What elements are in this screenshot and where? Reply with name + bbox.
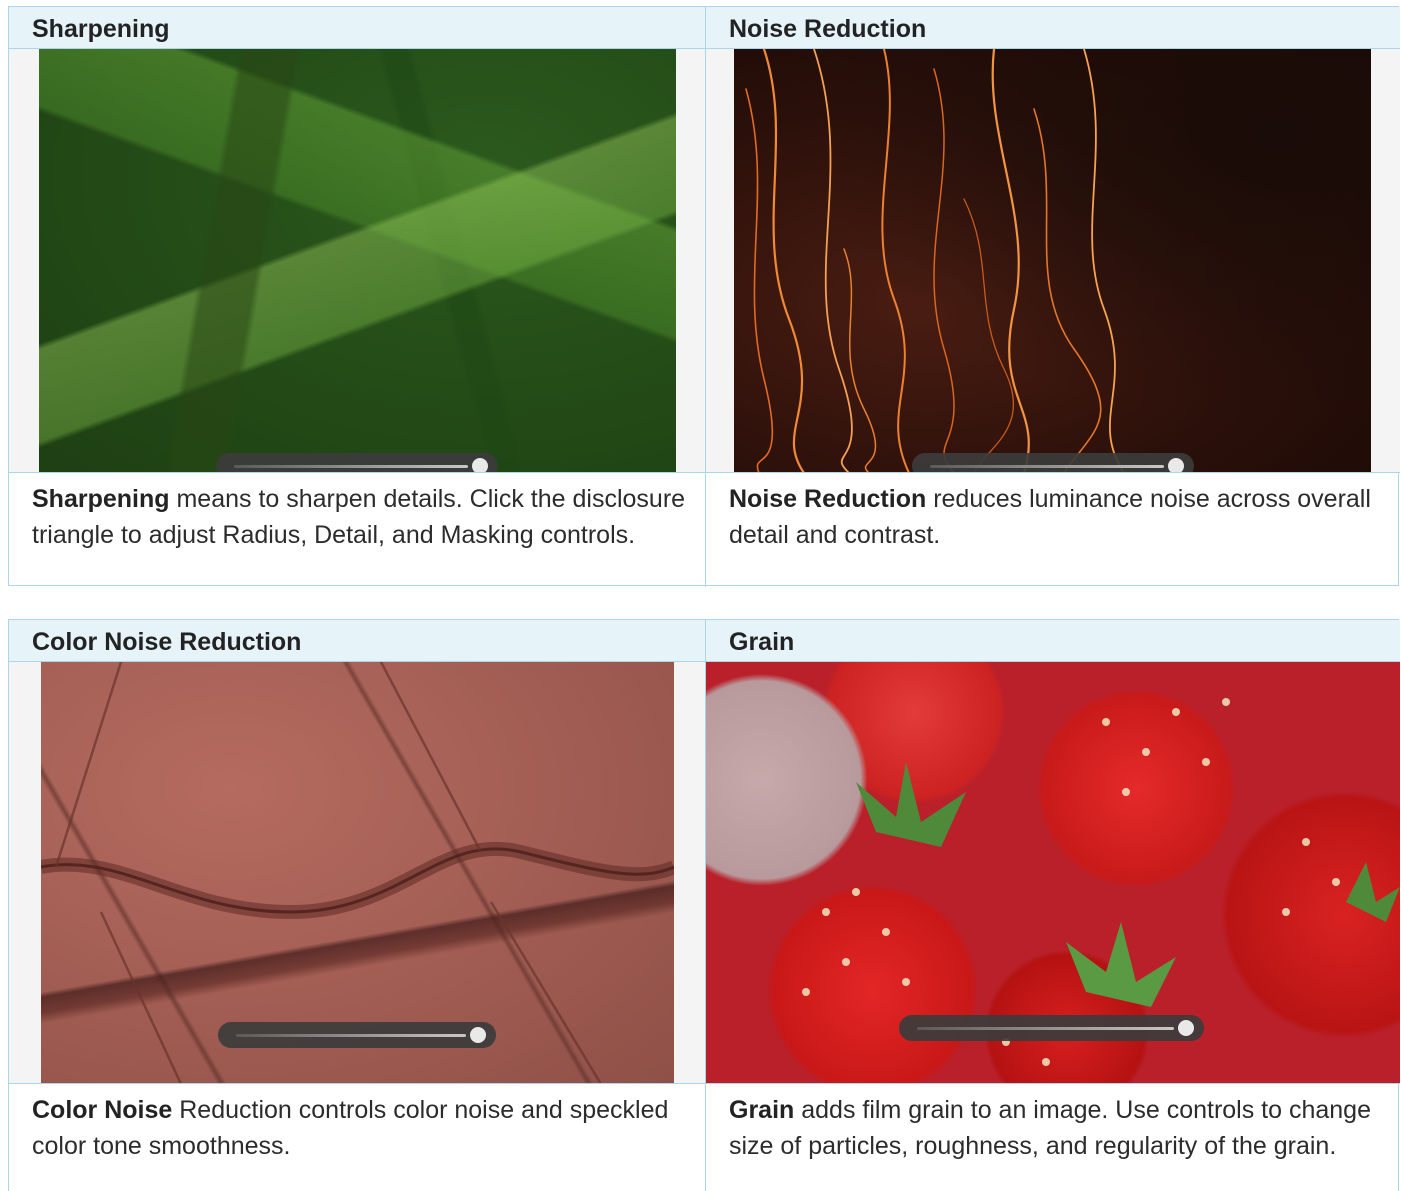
slider-knob[interactable] [1168, 458, 1184, 472]
feature-table-top: Sharpening Noise Reduction Sharpening me… [8, 6, 1400, 587]
slider-knob[interactable] [470, 1027, 486, 1043]
panel-description-noise-reduction: Noise Reduction reduces luminance noise … [705, 473, 1400, 587]
panel-description-sharpening: Sharpening means to sharpen details. Cli… [9, 473, 705, 587]
image-cell-color-noise-reduction [9, 662, 705, 1084]
description-term: Noise Reduction [729, 485, 927, 513]
description-term: Sharpening [32, 485, 170, 513]
slider-track [236, 1034, 466, 1037]
panel-header-grain: Grain [705, 620, 1400, 662]
sharpening-sample-image [39, 49, 676, 472]
image-cell-sharpening [9, 49, 705, 473]
noise-reduction-sample-image [734, 49, 1371, 472]
color-noise-sample-image [41, 662, 674, 1083]
color-noise-reduction-slider[interactable] [218, 1022, 496, 1048]
feature-table-bottom: Color Noise Reduction Grain Color Noise … [8, 619, 1400, 1191]
image-cell-noise-reduction [705, 49, 1400, 473]
description-term: Color Noise [32, 1096, 173, 1124]
spark-trails [745, 49, 1125, 472]
panel-header-sharpening: Sharpening [9, 7, 705, 49]
description-term: Grain [729, 1096, 795, 1124]
image-cell-grain [705, 662, 1400, 1084]
panel-header-noise-reduction: Noise Reduction [705, 7, 1400, 49]
slider-track [917, 1027, 1174, 1030]
description-text: adds film grain to an image. Use control… [729, 1096, 1371, 1160]
slider-knob[interactable] [472, 458, 488, 472]
slider-track [234, 465, 468, 468]
noise-reduction-slider[interactable] [912, 453, 1194, 472]
slider-knob[interactable] [1178, 1020, 1194, 1036]
panel-header-color-noise-reduction: Color Noise Reduction [9, 620, 705, 662]
grain-slider[interactable] [899, 1015, 1204, 1041]
roof-tile-lines [41, 662, 674, 1083]
sharpening-slider[interactable] [216, 453, 498, 472]
panel-description-color-noise-reduction: Color Noise Reduction controls color noi… [9, 1084, 705, 1191]
slider-track [930, 465, 1164, 468]
panel-description-grain: Grain adds film grain to an image. Use c… [705, 1084, 1400, 1191]
